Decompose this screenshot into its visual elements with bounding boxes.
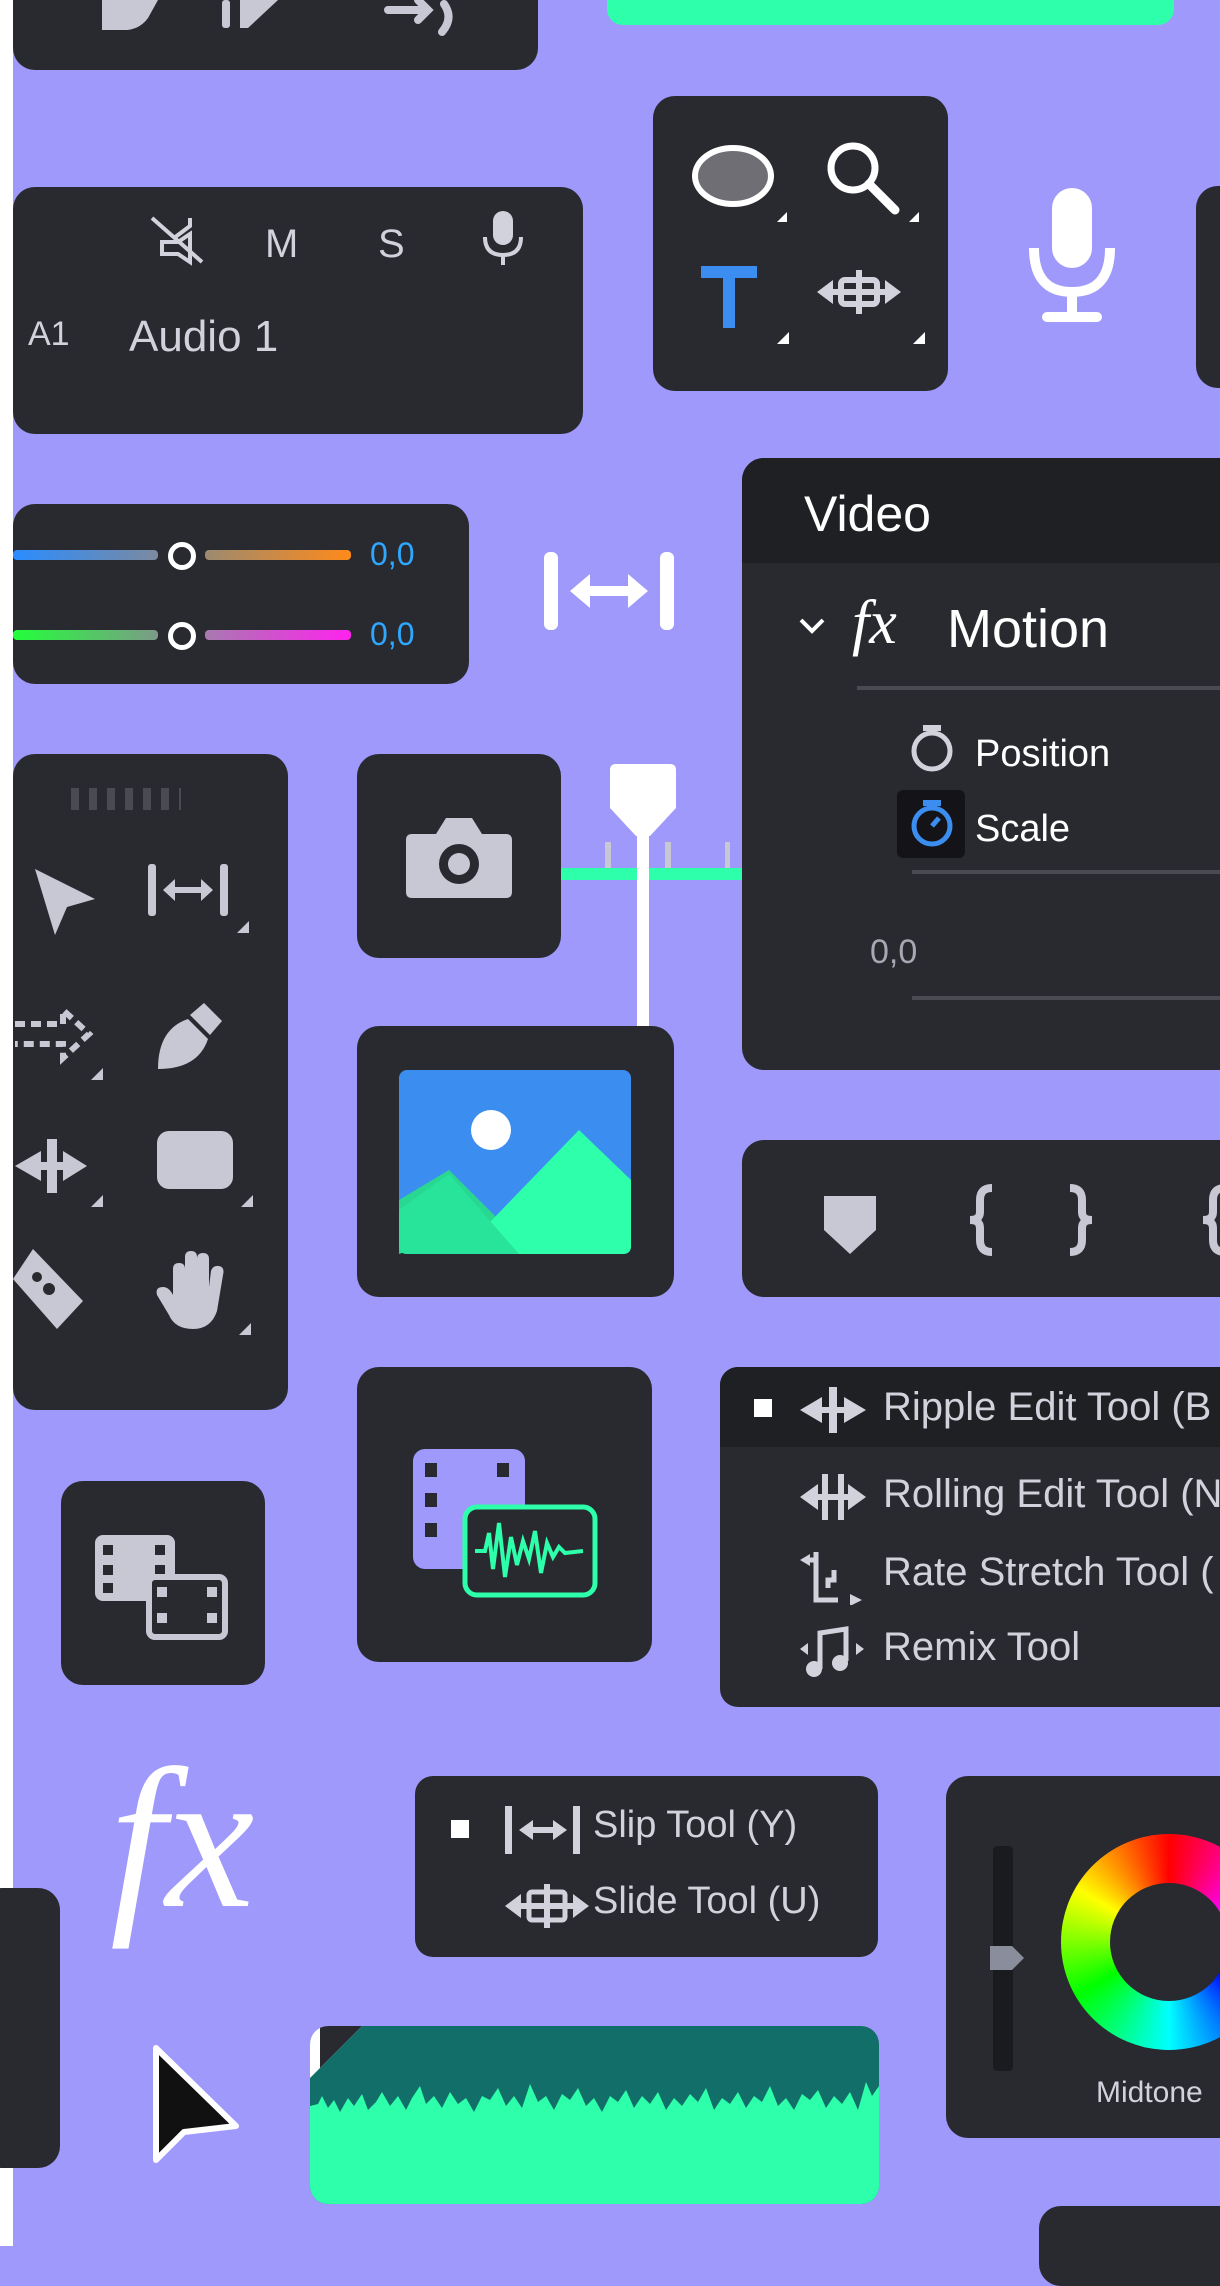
nested-sequence-card[interactable]: [61, 1481, 265, 1685]
partial-card-right: [1196, 186, 1220, 388]
pen-tool-icon[interactable]: [148, 999, 248, 1089]
ripple-edit-icon[interactable]: [13, 1129, 113, 1214]
in-point-icon[interactable]: [964, 1184, 1004, 1256]
microphone-icon[interactable]: [478, 209, 528, 269]
slider-thumb-2[interactable]: [168, 622, 196, 650]
marker-icon[interactable]: [820, 1192, 882, 1258]
track-select-forward-icon[interactable]: [13, 1004, 113, 1089]
param-value[interactable]: 0,0: [870, 933, 917, 972]
slip-tool-icon: [505, 1806, 580, 1854]
divider: [857, 686, 1220, 690]
param-label-position: Position: [975, 733, 1111, 775]
rolling-edit-icon: [800, 1474, 866, 1520]
selected-indicator: [754, 1399, 772, 1417]
slider-track-1b[interactable]: [205, 550, 351, 560]
slider-value-2[interactable]: 0,0: [370, 616, 414, 653]
edit-tools-menu: Ripple Edit Tool (B Rolling Edit Tool (N…: [720, 1367, 1220, 1707]
out-point-icon[interactable]: [1064, 1184, 1104, 1256]
mute-toggle[interactable]: M: [265, 222, 298, 267]
track-id-label: A1: [28, 315, 70, 353]
color-wheel-label: Midtone: [1096, 2076, 1203, 2109]
slide-tool-icon[interactable]: [813, 264, 933, 364]
color-wheel-card: Midtone: [946, 1776, 1220, 2138]
menu-item-slip[interactable]: Slip Tool (Y): [593, 1804, 797, 1847]
partial-point-icon[interactable]: [1197, 1184, 1220, 1256]
menu-item-ripple-edit[interactable]: Ripple Edit Tool (B: [883, 1385, 1211, 1430]
timeline-ruler: [561, 868, 742, 880]
menu-item-rolling-edit[interactable]: Rolling Edit Tool (N: [883, 1472, 1220, 1517]
audio-waveform: [310, 2082, 879, 2204]
green-progress-bar: [607, 0, 1174, 25]
multicam-card[interactable]: [357, 1367, 652, 1662]
chevron-down-icon[interactable]: [797, 616, 827, 638]
partial-card-left: [0, 1888, 60, 2168]
cursor-icon: [153, 2045, 239, 2163]
image-icon: [399, 1070, 631, 1254]
divider-2: [912, 870, 1220, 874]
slide-tool-icon: [505, 1884, 589, 1928]
menu-item-slide[interactable]: Slide Tool (U): [593, 1880, 820, 1923]
fx-glyph: fx: [852, 589, 897, 657]
slider-value-1[interactable]: 0,0: [370, 536, 414, 573]
multicam-audio-icon: [413, 1449, 598, 1598]
color-wheel-center: [1110, 1883, 1220, 2001]
color-sliders-card: 0,0 0,0: [13, 504, 469, 684]
slider-track-1[interactable]: [13, 550, 158, 560]
effect-controls-panel: Video fx Motion Position Scale 0,0: [742, 458, 1220, 1070]
track-select-icon[interactable]: [143, 859, 263, 939]
menu-item-remix[interactable]: Remix Tool: [883, 1625, 1080, 1670]
menu-item-rate-stretch[interactable]: Rate Stretch Tool (: [883, 1550, 1214, 1595]
camera-card[interactable]: [357, 754, 561, 958]
nested-sequence-icon: [95, 1535, 228, 1640]
drag-handle[interactable]: [71, 788, 181, 810]
zoom-tool-icon[interactable]: [823, 138, 923, 238]
partial-card-bottom: [1039, 2206, 1220, 2286]
slip-slide-menu: Slip Tool (Y) Slide Tool (U): [415, 1776, 878, 1957]
step-icon[interactable]: [218, 0, 288, 30]
microphone-large-icon: [1029, 188, 1115, 322]
track-name[interactable]: Audio 1: [129, 312, 278, 362]
selected-indicator: [451, 1820, 469, 1838]
audio-track-header: M S A1 Audio 1: [13, 187, 583, 434]
clip-corner-fold: [310, 2026, 362, 2078]
ripple-edit-icon: [800, 1387, 866, 1433]
playhead-handle[interactable]: [608, 764, 678, 854]
type-tool-icon[interactable]: [699, 264, 799, 364]
luminance-slider-thumb[interactable]: [988, 1944, 1028, 1974]
play-icon[interactable]: [88, 0, 178, 30]
slider-thumb-1[interactable]: [168, 542, 196, 570]
slider-track-2b[interactable]: [205, 630, 351, 640]
stopwatch-icon[interactable]: [907, 721, 957, 776]
solo-toggle[interactable]: S: [378, 222, 405, 267]
param-label-scale: Scale: [975, 808, 1071, 850]
slider-track-2[interactable]: [13, 630, 158, 640]
camera-icon: [406, 818, 512, 898]
transport-card: [13, 0, 538, 70]
hand-tool-icon[interactable]: [153, 1249, 263, 1349]
rate-stretch-icon: [800, 1552, 862, 1605]
ellipse-tool-icon[interactable]: [691, 144, 801, 234]
panel-title: Video: [804, 486, 931, 542]
rectangle-tool-icon[interactable]: [155, 1129, 265, 1214]
audio-off-icon[interactable]: [148, 212, 208, 267]
fx-badge-icon: fx: [110, 1729, 255, 1950]
image-card[interactable]: [357, 1026, 674, 1297]
razor-tool-icon[interactable]: [13, 1249, 103, 1349]
fit-width-icon: [544, 552, 674, 630]
stopwatch-active-icon[interactable]: [907, 796, 957, 851]
divider-3: [912, 996, 1220, 1000]
effect-name[interactable]: Motion: [947, 598, 1109, 660]
remix-icon: [800, 1626, 864, 1677]
tools-panel: [13, 754, 288, 1410]
selection-tool-icon[interactable]: [25, 859, 105, 939]
audio-clip[interactable]: [310, 2026, 879, 2204]
transfer-icon[interactable]: [378, 0, 468, 40]
tool-group-card: [653, 96, 948, 391]
marker-card: [742, 1140, 1220, 1297]
